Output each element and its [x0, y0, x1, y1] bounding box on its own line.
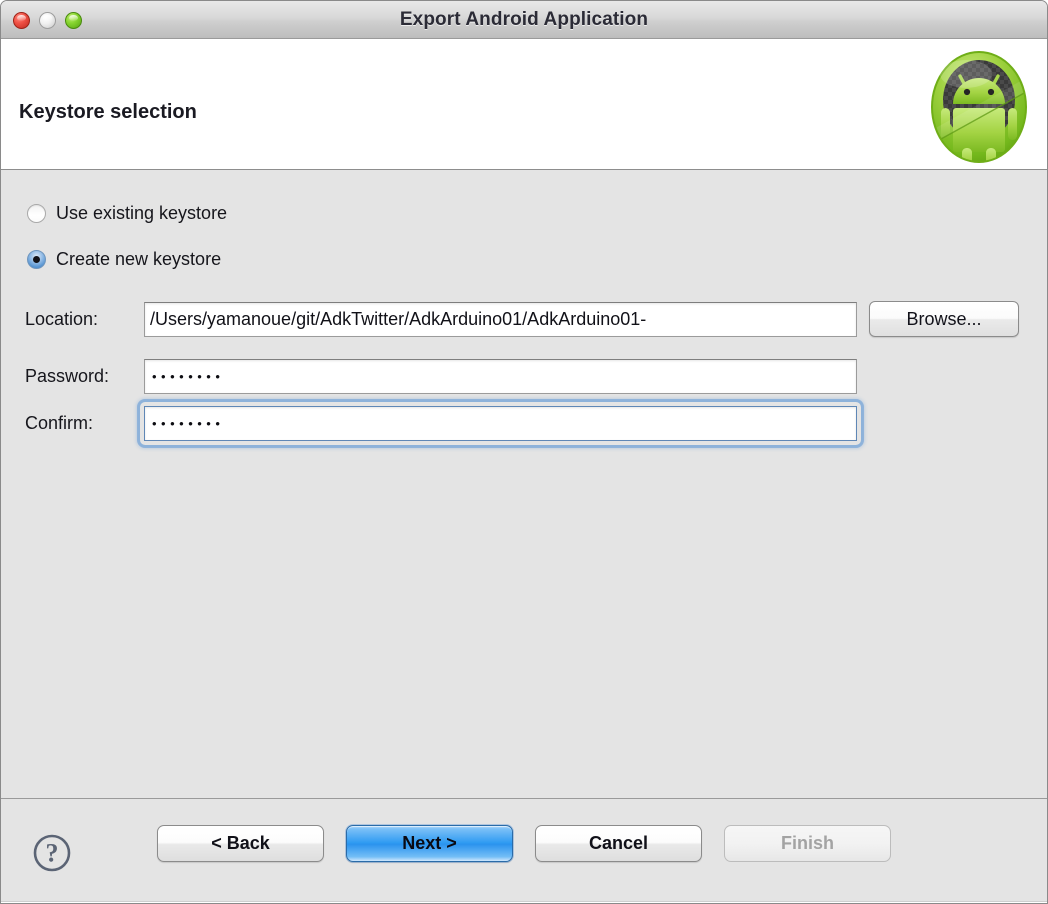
confirm-masked-value: •••••••• [152, 416, 225, 431]
password-input[interactable]: •••••••• [144, 359, 857, 394]
svg-text:?: ? [46, 839, 59, 868]
confirm-label: Confirm: [25, 413, 94, 433]
confirm-input-focus-ring: •••••••• [140, 402, 861, 445]
wizard-button-bar: < Back Next > Cancel Finish [1, 825, 1047, 862]
android-robot-icon [924, 48, 1034, 166]
radio-off-icon[interactable] [27, 204, 46, 223]
page-title: Keystore selection [19, 101, 197, 123]
back-button[interactable]: < Back [157, 825, 324, 862]
confirm-field-row: Confirm: •••••••• [25, 406, 1025, 441]
radio-on-icon[interactable] [27, 250, 46, 269]
cancel-button[interactable]: Cancel [535, 825, 702, 862]
radio-use-existing-keystore-label: Use existing keystore [56, 203, 228, 223]
zoom-button-icon[interactable] [65, 12, 82, 29]
help-icon[interactable]: ? [32, 833, 72, 873]
wizard-content: Use existing keystore Create new keystor… [1, 170, 1047, 799]
wizard-header: Keystore selection [1, 39, 1047, 170]
password-field-row: Password: •••••••• [25, 359, 1025, 394]
minimize-button-icon[interactable] [39, 12, 56, 29]
password-masked-value: •••••••• [152, 369, 225, 384]
window-bottom-edge [1, 901, 1047, 902]
radio-create-new-keystore-label: Create new keystore [56, 249, 222, 269]
wizard-footer: < Back Next > Cancel Finish [1, 799, 1047, 902]
window-controls [13, 12, 82, 29]
finish-button: Finish [724, 825, 891, 862]
location-label: Location: [25, 308, 99, 329]
password-label: Password: [25, 366, 110, 386]
next-button[interactable]: Next > [346, 825, 513, 862]
radio-use-existing-keystore[interactable]: Use existing keystore [27, 203, 227, 224]
confirm-input[interactable]: •••••••• [144, 406, 857, 441]
close-button-icon[interactable] [13, 12, 30, 29]
export-android-application-window: Export Android Application Keystore sele… [0, 0, 1048, 904]
location-input[interactable]: /Users/yamanoue/git/AdkTwitter/AdkArduin… [144, 301, 857, 337]
window-title: Export Android Application [399, 8, 649, 30]
browse-button[interactable]: Browse... [869, 301, 1019, 337]
window-titlebar: Export Android Application [1, 1, 1047, 39]
location-field-row: Location: /Users/yamanoue/git/AdkTwitter… [25, 301, 1025, 337]
radio-create-new-keystore[interactable]: Create new keystore [27, 249, 221, 270]
